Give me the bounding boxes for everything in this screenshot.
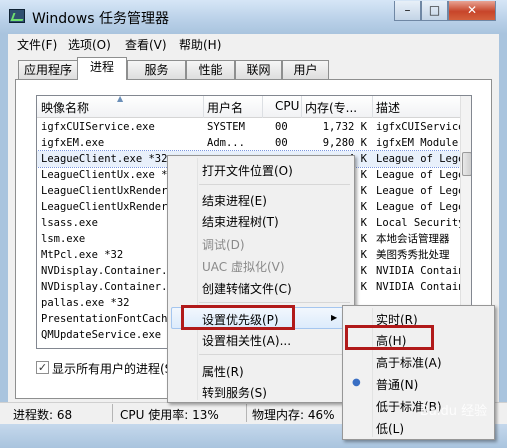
menu-help[interactable]: 帮助(H) [179, 36, 221, 53]
tab-processes[interactable]: 进程 [77, 57, 127, 80]
menu-end-process-tree[interactable]: 结束进程树(T) [202, 213, 279, 230]
minimize-button[interactable]: – [394, 1, 421, 21]
column-image-name[interactable]: 映像名称 [41, 99, 89, 116]
menu-icon-gutter [170, 158, 198, 400]
cell-description: 本地会话管理器 [376, 233, 450, 245]
task-manager-icon [9, 9, 25, 23]
menu-create-dump-file[interactable]: 创建转储文件(C) [202, 280, 292, 297]
column-divider[interactable] [372, 96, 373, 118]
show-all-users-checkbox[interactable]: ✓ [36, 361, 49, 374]
column-divider[interactable] [262, 96, 263, 118]
show-all-users-label[interactable]: 显示所有用户的进程(S) [52, 360, 177, 377]
menu-set-affinity[interactable]: 设置相关性(A)... [202, 332, 291, 349]
watermark: Baidu 经验 [420, 404, 488, 419]
window-title: Windows 任务管理器 [32, 11, 169, 27]
status-memory: 物理内存: 46% [252, 408, 335, 422]
cell-description: 美图秀秀批处理 [376, 249, 450, 261]
menu-properties[interactable]: 属性(R) [202, 363, 244, 380]
column-cpu[interactable]: CPU [275, 99, 299, 113]
cell-description: igfxEM Module [376, 137, 459, 149]
cell-name: igfxCUIService.exe [41, 121, 155, 133]
column-divider[interactable] [203, 96, 204, 118]
column-memory[interactable]: 内存(专... [305, 99, 357, 116]
priority-normal[interactable]: 普通(N) [376, 376, 418, 393]
cell-description: League of Lege [376, 185, 460, 197]
tab-networking[interactable]: 联网 [235, 60, 282, 79]
cell-description: League of Lege [376, 169, 460, 181]
menu-open-file-location[interactable]: 打开文件位置(O) [202, 162, 293, 179]
menu-options[interactable]: 选项(O) [68, 36, 111, 53]
column-divider[interactable] [301, 96, 302, 118]
cell-description: Local Security [376, 217, 460, 229]
tab-performance[interactable]: 性能 [186, 60, 235, 79]
submenu-arrow-icon: ▶ [331, 313, 338, 322]
table-row[interactable]: igfxEM.exe Adm... 00 9,280 K igfxEM Module [37, 135, 460, 151]
priority-high[interactable]: 高(H) [376, 332, 406, 349]
status-divider [112, 404, 113, 422]
column-user[interactable]: 用户名 [207, 99, 243, 116]
cell-description: igfxCUIService [376, 121, 460, 133]
cell-user: SYSTEM [207, 121, 245, 133]
tab-users[interactable]: 用户 [282, 60, 329, 79]
cell-user: Adm... [207, 137, 245, 149]
tab-services[interactable]: 服务 [127, 60, 186, 79]
close-button[interactable]: ✕ [448, 1, 496, 21]
menu-separator [199, 184, 350, 185]
cell-cpu: 00 [275, 137, 288, 149]
column-description[interactable]: 描述 [376, 99, 400, 116]
list-header: 映像名称 ▲ 用户名 CPU 内存(专... 描述 [37, 96, 460, 118]
cell-description: League of Lege [376, 201, 460, 213]
menu-view[interactable]: 查看(V) [125, 36, 167, 53]
tab-applications[interactable]: 应用程序 [18, 60, 78, 79]
status-cpu-usage: CPU 使用率: 13% [120, 408, 219, 422]
cell-cpu: 00 [275, 121, 288, 133]
menu-end-process[interactable]: 结束进程(E) [202, 192, 267, 209]
priority-low[interactable]: 低(L) [376, 420, 404, 437]
cell-description: NVIDIA Contain [376, 281, 460, 293]
cell-name: igfxEM.exe [41, 137, 105, 149]
menu-separator [199, 354, 350, 355]
cell-memory: 1,732 K [322, 121, 367, 133]
maximize-button[interactable]: □ [421, 1, 448, 21]
table-row[interactable]: igfxCUIService.exe SYSTEM 00 1,732 K igfxCUI… [37, 119, 460, 135]
menu-file[interactable]: 文件(F) [17, 36, 57, 53]
cell-memory: 9,280 K [322, 137, 367, 149]
scrollbar-thumb[interactable] [462, 152, 471, 176]
status-divider [246, 404, 247, 422]
priority-above-normal[interactable]: 高于标准(A) [376, 354, 442, 371]
menu-separator [199, 302, 350, 303]
menu-go-to-service[interactable]: 转到服务(S) [202, 384, 267, 401]
menu-uac-virtualization: UAC 虚拟化(V) [202, 260, 285, 274]
cell-description: League of Lege [376, 153, 460, 165]
sort-arrow-icon: ▲ [117, 95, 124, 103]
menu-set-priority[interactable]: 设置优先级(P) [202, 311, 279, 328]
selected-bullet-icon: ● [352, 377, 361, 388]
cell-description: NVIDIA Contain [376, 265, 460, 277]
status-process-count: 进程数: 68 [13, 408, 73, 422]
menu-debug: 调试(D) [202, 238, 245, 252]
